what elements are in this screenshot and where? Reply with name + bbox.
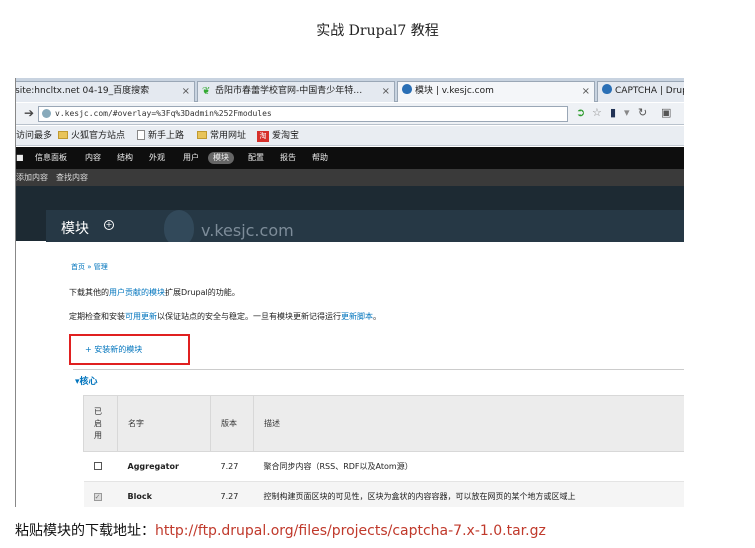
enable-checkbox[interactable] [93, 461, 102, 470]
text: 定期检查和安装 [69, 312, 125, 321]
dropdown-icon[interactable]: ▾ [624, 106, 630, 119]
module-description: 控制构建页面区块的可见性，区块为盒状的内容容器，可以放在网页的某个地方或区域上 [253, 481, 684, 507]
toolbar-configuration[interactable]: 配置 [248, 147, 264, 169]
toolbar-people[interactable]: 用户 [183, 147, 199, 169]
bookmark-firefox-site[interactable]: 火狐官方站点 [58, 126, 125, 146]
core-section-toggle[interactable]: ▾核心 [75, 374, 98, 387]
col-name: 名字 [117, 395, 211, 452]
url-bar[interactable]: v.kesjc.com/#overlay=%3Fq%3Dadmin%252Fmo… [38, 106, 568, 122]
module-version: 7.27 [210, 481, 254, 507]
help-text-updates: 定期检查和安装可用更新以保证站点的安全与稳定。一旦有模块更新记得运行更新脚本。 [69, 311, 381, 322]
folder-icon [58, 131, 68, 139]
col-enabled: 已 启 用 [83, 395, 118, 452]
reload-icon[interactable]: ↻ [638, 106, 647, 119]
contrib-modules-link[interactable]: 用户贡献的模块 [109, 288, 165, 297]
taobao-icon: 淘 [257, 131, 269, 142]
tab-modules[interactable]: 模块 | v.kesjc.com × [397, 81, 595, 102]
bookmark-label: 爱淘宝 [272, 131, 300, 141]
col-version: 版本 [210, 395, 254, 452]
toolbar-structure[interactable]: 结构 [117, 147, 133, 169]
navigation-bar: ➔ v.kesjc.com/#overlay=%3Fq%3Dadmin%252F… [16, 103, 684, 125]
toolbar-content[interactable]: 内容 [85, 147, 101, 169]
module-description: 聚合同步内容（RSS、RDF以及Atom源） [253, 451, 684, 482]
toolbar-modules[interactable]: 模块 [208, 152, 234, 164]
overlay-header: 模块 + v.kesjc.com [46, 210, 684, 246]
text: 以保证站点的安全与稳定。一旦有模块更新记得运行 [157, 312, 341, 321]
bookmark-label: 新手上路 [148, 131, 185, 141]
toolbar-reports[interactable]: 报告 [280, 147, 296, 169]
table-row: ✓ Block 7.27 控制构建页面区块的可见性，区块为盒状的内容容器，可以放… [83, 481, 684, 507]
breadcrumb[interactable]: 首页 » 管理 [71, 262, 108, 272]
download-url-note: 粘贴模块的下载地址：http://ftp.drupal.org/files/pr… [15, 520, 546, 540]
tab-label: 模块 | v.kesjc.com [415, 86, 494, 96]
toolbar-dashboard[interactable]: 信息面板 [35, 147, 67, 169]
help-text-contrib: 下载其他的用户贡献的模块扩展Drupal的功能。 [69, 287, 240, 298]
tab-label: CAPTCHA | Drupal.org [615, 86, 684, 96]
url-text: v.kesjc.com/#overlay=%3Fq%3Dadmin%252Fmo… [55, 109, 272, 118]
bookmark-aitaobao[interactable]: 淘爱淘宝 [257, 126, 299, 146]
close-icon[interactable]: × [182, 82, 190, 101]
tab-baidu[interactable]: site:hncltx.net 04-19_百度搜索 × [15, 81, 195, 102]
tab-label: 岳阳市春蕾学校官网-中国青少年特… [215, 86, 363, 96]
text: 。 [373, 312, 381, 321]
bookmark-most-visited[interactable]: 访问最多 [16, 126, 52, 146]
go-icon[interactable]: ➲ [576, 106, 585, 119]
document-title: 实战 Drupal7 教程 [316, 23, 439, 39]
search-engine-icon[interactable]: ▣ [661, 106, 671, 119]
bookmark-label: 常用网址 [210, 131, 247, 141]
bookmark-getting-started[interactable]: 新手上路 [137, 126, 184, 146]
tab-captcha[interactable]: CAPTCHA | Drupal.org [597, 81, 684, 102]
mobile-icon[interactable]: ▮ [610, 106, 616, 119]
table-row: Aggregator 7.27 聚合同步内容（RSS、RDF以及Atom源） [83, 451, 684, 482]
tab-label: site:hncltx.net 04-19_百度搜索 [15, 86, 150, 96]
overlay-content: 首页 » 管理 下载其他的用户贡献的模块扩展Drupal的功能。 定期检查和安装… [46, 242, 684, 507]
close-icon[interactable]: × [382, 82, 390, 101]
available-updates-link[interactable]: 可用更新 [125, 312, 157, 321]
shortcut-find-content[interactable]: 查找内容 [56, 169, 88, 186]
col-description: 描述 [253, 395, 684, 452]
shortcuts-bar: 添加内容 查找内容 [16, 169, 684, 186]
watermark: v.kesjc.com [201, 221, 294, 240]
highlight-box: + 安装新的模块 [69, 334, 190, 365]
divider [73, 369, 684, 370]
text: 扩展Drupal的功能。 [165, 288, 240, 297]
toolbar-appearance[interactable]: 外观 [149, 147, 165, 169]
add-shortcut-icon[interactable]: + [104, 220, 114, 230]
text: 下载其他的 [69, 288, 109, 297]
install-new-module-link[interactable]: + 安装新的模块 [85, 344, 142, 355]
bookmark-label: 火狐官方站点 [71, 131, 126, 141]
tab-bar: site:hncltx.net 04-19_百度搜索 × ❦ 岳阳市春蕾学校官网-… [16, 78, 684, 102]
module-name: Aggregator [117, 451, 211, 482]
drupal-admin-toolbar: ■ 信息面板 内容 结构 外观 用户 模块 配置 报告 帮助 [16, 147, 684, 169]
enabled-cell: ✓ [83, 481, 118, 507]
download-url[interactable]: http://ftp.drupal.org/files/projects/cap… [155, 523, 546, 539]
globe-icon [42, 109, 51, 118]
update-script-link[interactable]: 更新脚本 [341, 312, 373, 321]
overlay-title: 模块 [61, 221, 89, 237]
leaf-icon: ❦ [202, 86, 211, 97]
footer-label: 粘贴模块的下载地址： [15, 523, 155, 539]
close-icon[interactable]: × [582, 82, 590, 101]
tab-school[interactable]: ❦ 岳阳市春蕾学校官网-中国青少年特… × [197, 81, 395, 102]
bookmarks-bar: 访问最多 火狐官方站点 新手上路 常用网址 淘爱淘宝 [16, 126, 684, 146]
table-header-row: 已 启 用 名字 版本 描述 [83, 395, 684, 452]
shortcut-add-content[interactable]: 添加内容 [16, 169, 48, 186]
drupal-icon [602, 84, 612, 94]
bookmark-common-sites[interactable]: 常用网址 [197, 126, 246, 146]
star-icon[interactable]: ☆ [592, 106, 602, 119]
browser-screenshot: site:hncltx.net 04-19_百度搜索 × ❦ 岳阳市春蕾学校官网-… [15, 78, 684, 507]
enabled-cell [83, 451, 118, 482]
enable-checkbox[interactable]: ✓ [93, 493, 102, 501]
forward-arrow-icon[interactable]: ➔ [24, 106, 34, 120]
module-version: 7.27 [210, 451, 254, 482]
drupal-icon [402, 84, 412, 94]
drupal-logo-icon [164, 210, 194, 246]
home-icon[interactable]: ■ [16, 147, 24, 169]
folder-icon [197, 131, 207, 139]
toolbar-help[interactable]: 帮助 [312, 147, 328, 169]
module-name: Block [117, 481, 211, 507]
page-icon [137, 130, 145, 140]
modules-table: 已 启 用 名字 版本 描述 Aggregator 7.27 聚合同步内容（RS… [83, 395, 684, 507]
